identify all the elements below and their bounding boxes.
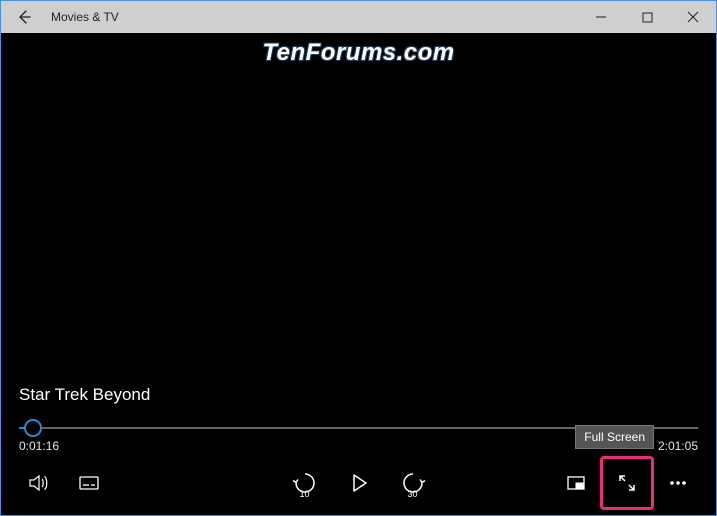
controls-bar: 10 30 bbox=[17, 459, 700, 507]
skip-forward-button[interactable]: 30 bbox=[391, 461, 435, 505]
maximize-icon bbox=[642, 12, 653, 23]
app-title: Movies & TV bbox=[47, 10, 119, 24]
volume-icon bbox=[27, 471, 51, 495]
skip-back-button[interactable]: 10 bbox=[283, 461, 327, 505]
minimize-button[interactable] bbox=[578, 1, 624, 33]
fullscreen-button[interactable] bbox=[605, 461, 649, 505]
duration-time: 2:01:05 bbox=[658, 439, 698, 453]
media-title: Star Trek Beyond bbox=[19, 385, 700, 405]
close-button[interactable] bbox=[670, 1, 716, 33]
app-window: Movies & TV TenForums.com Star Trek Beyo… bbox=[0, 0, 717, 516]
subtitles-icon bbox=[77, 471, 101, 495]
arrow-left-icon bbox=[16, 9, 32, 25]
watermark: TenForums.com bbox=[1, 39, 716, 67]
more-button[interactable] bbox=[656, 461, 700, 505]
mini-view-icon bbox=[565, 472, 587, 494]
volume-button[interactable] bbox=[17, 461, 61, 505]
video-area[interactable]: TenForums.com bbox=[1, 33, 716, 385]
fullscreen-highlight bbox=[600, 456, 654, 510]
fullscreen-tooltip: Full Screen bbox=[575, 425, 654, 449]
skip-forward-label: 30 bbox=[391, 489, 435, 499]
mini-view-button[interactable] bbox=[554, 461, 598, 505]
back-button[interactable] bbox=[1, 1, 47, 33]
skip-back-label: 10 bbox=[283, 489, 327, 499]
subtitles-button[interactable] bbox=[67, 461, 111, 505]
titlebar: Movies & TV bbox=[1, 1, 716, 33]
close-icon bbox=[687, 11, 699, 23]
minimize-icon bbox=[595, 11, 607, 23]
maximize-button[interactable] bbox=[624, 1, 670, 33]
more-icon bbox=[667, 472, 689, 494]
play-button[interactable] bbox=[337, 461, 381, 505]
playback-controls-region: Star Trek Beyond 0:01:16 2:01:05 bbox=[1, 385, 716, 515]
fullscreen-icon bbox=[616, 472, 638, 494]
seek-thumb[interactable] bbox=[24, 419, 42, 437]
play-icon bbox=[348, 472, 370, 494]
elapsed-time: 0:01:16 bbox=[19, 439, 59, 453]
